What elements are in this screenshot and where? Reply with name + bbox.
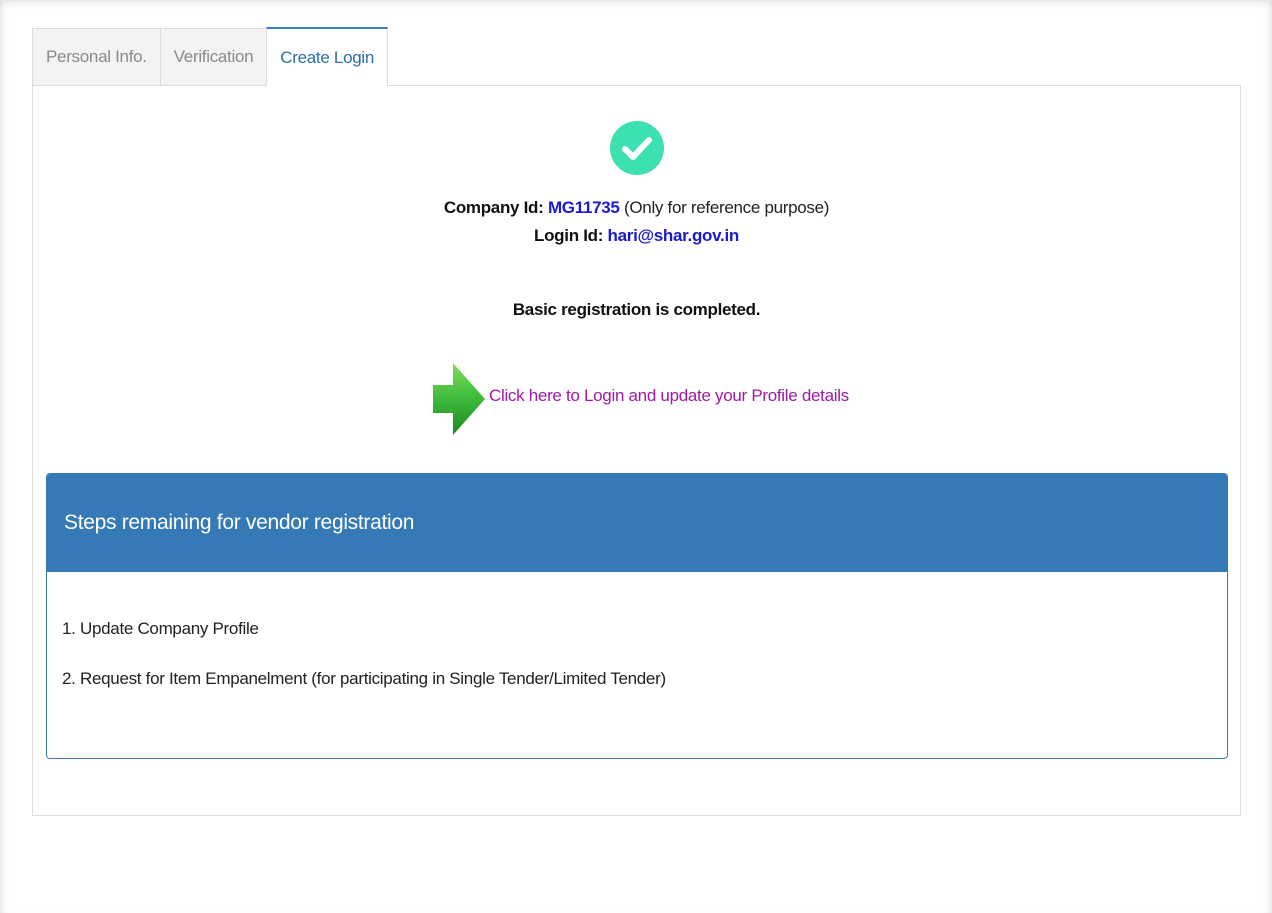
company-id-label: Company Id: (443, 198, 544, 217)
company-id-value: MG11735 (547, 198, 620, 217)
steps-panel-title: Steps remaining for vendor registration (47, 474, 1227, 572)
tab-bar: Personal Info. Verification Create Login (32, 27, 389, 86)
company-id-note: (Only for reference purpose) (624, 198, 830, 217)
login-id-value: hari@shar.gov.in (607, 226, 740, 245)
company-id-line: Company Id: MG11735 (Only for reference … (33, 198, 1240, 218)
list-item: 2. Request for Item Empanelment (for par… (62, 669, 666, 688)
login-id-line: Login Id: hari@shar.gov.in (33, 226, 1240, 246)
tab-verification[interactable]: Verification (159, 28, 268, 85)
tab-create-login[interactable]: Create Login (266, 27, 389, 86)
green-arrow-right-icon[interactable] (431, 361, 487, 442)
registration-message: Basic registration is completed. (512, 300, 761, 319)
create-login-panel: Company Id: MG11735 (Only for reference … (32, 85, 1241, 816)
list-item: 1. Update Company Profile (62, 619, 259, 638)
tab-personal-info[interactable]: Personal Info. (32, 28, 161, 85)
page-frame: Personal Info. Verification Create Login… (0, 0, 1272, 913)
login-id-label: Login Id: (534, 226, 604, 245)
login-profile-link[interactable]: Click here to Login and update your Prof… (489, 386, 849, 406)
steps-remaining-panel: Steps remaining for vendor registration … (46, 473, 1228, 759)
check-circle-icon (610, 121, 664, 175)
